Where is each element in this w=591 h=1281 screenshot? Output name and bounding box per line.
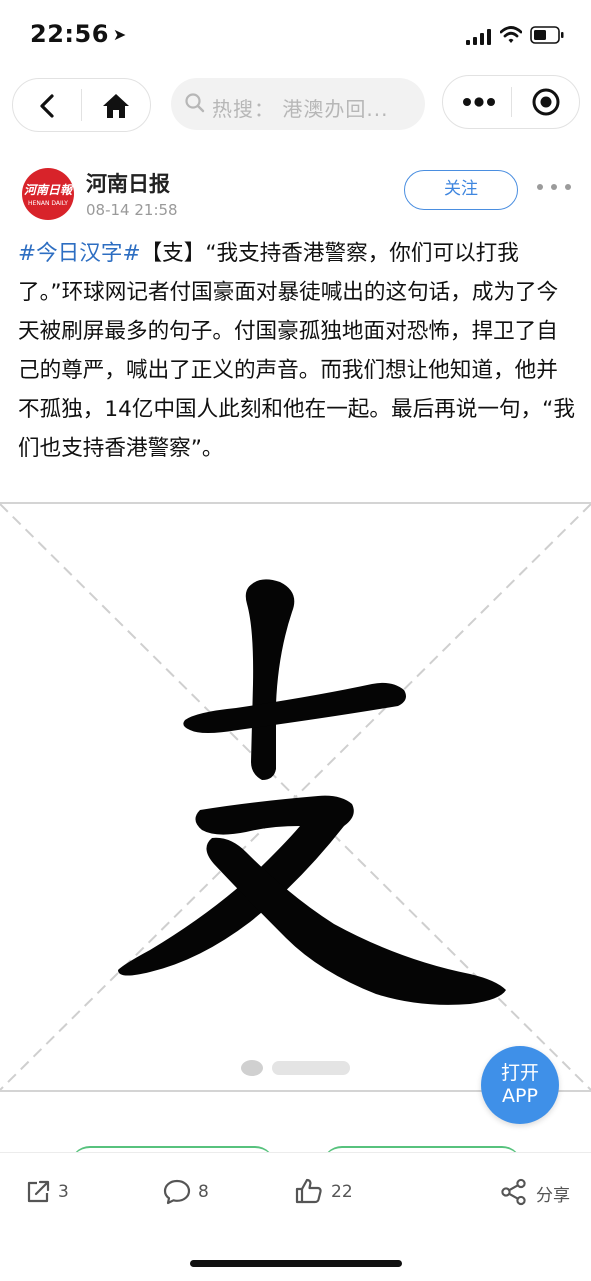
home-icon[interactable]: [101, 92, 131, 120]
search-icon: [185, 93, 205, 113]
post-body: 【支】“我支持香港警察，你们可以打我了。”环球网记者付国豪面对暴徒喊出的这句话，…: [18, 241, 575, 461]
character-stroke-horizontal: [183, 682, 406, 733]
post-more-icon[interactable]: [537, 184, 573, 194]
target-circle-icon[interactable]: [530, 86, 562, 118]
repost-count: 3: [58, 1182, 69, 1202]
search-placeholder: 热搜： 港澳办回...: [212, 97, 389, 121]
post-text: #今日汉字#【支】“我支持香港警察，你们可以打我了。”环球网记者付国豪面对暴徒喊…: [18, 234, 578, 468]
comment-count: 8: [198, 1182, 209, 1202]
character-image: [0, 503, 591, 1091]
open-app-button[interactable]: 打开 APP: [481, 1046, 559, 1124]
wifi-icon: [500, 26, 522, 43]
chevron-left-icon[interactable]: [36, 93, 58, 119]
character-stroke-sweep: [206, 837, 506, 1005]
share-label: 分享: [536, 1186, 570, 1206]
like-action[interactable]: 22: [295, 1177, 375, 1207]
follow-button[interactable]: 关注: [404, 170, 518, 210]
character-stroke-vertical: [245, 579, 295, 780]
weibo-watermark-icon: [241, 1060, 350, 1076]
post-image[interactable]: [0, 502, 591, 1092]
avatar[interactable]: 河南日報 HENAN DAILY: [22, 168, 74, 220]
share-nodes-icon: [501, 1178, 526, 1206]
signal-icon: [466, 28, 494, 45]
like-count: 22: [331, 1182, 353, 1202]
comment-action[interactable]: 8: [163, 1178, 243, 1208]
nav-divider: [81, 89, 82, 121]
author-name[interactable]: 河南日报: [86, 168, 170, 198]
location-arrow-icon: ➤: [112, 25, 127, 44]
battery-icon: [530, 26, 564, 44]
more-dots-icon[interactable]: [462, 97, 496, 107]
comment-icon: [163, 1179, 191, 1205]
post-time: 08-14 21:58: [86, 201, 178, 219]
home-indicator[interactable]: [190, 1260, 402, 1267]
status-time: 22:56 ➤: [30, 20, 127, 48]
capsule-divider: [511, 87, 512, 117]
share-action[interactable]: 分享: [500, 1177, 580, 1207]
topic-link[interactable]: #今日汉字#: [18, 241, 141, 266]
thumbs-up-icon: [295, 1178, 322, 1204]
share-out-icon: [27, 1180, 50, 1203]
repost-action[interactable]: 3: [24, 1178, 104, 1208]
